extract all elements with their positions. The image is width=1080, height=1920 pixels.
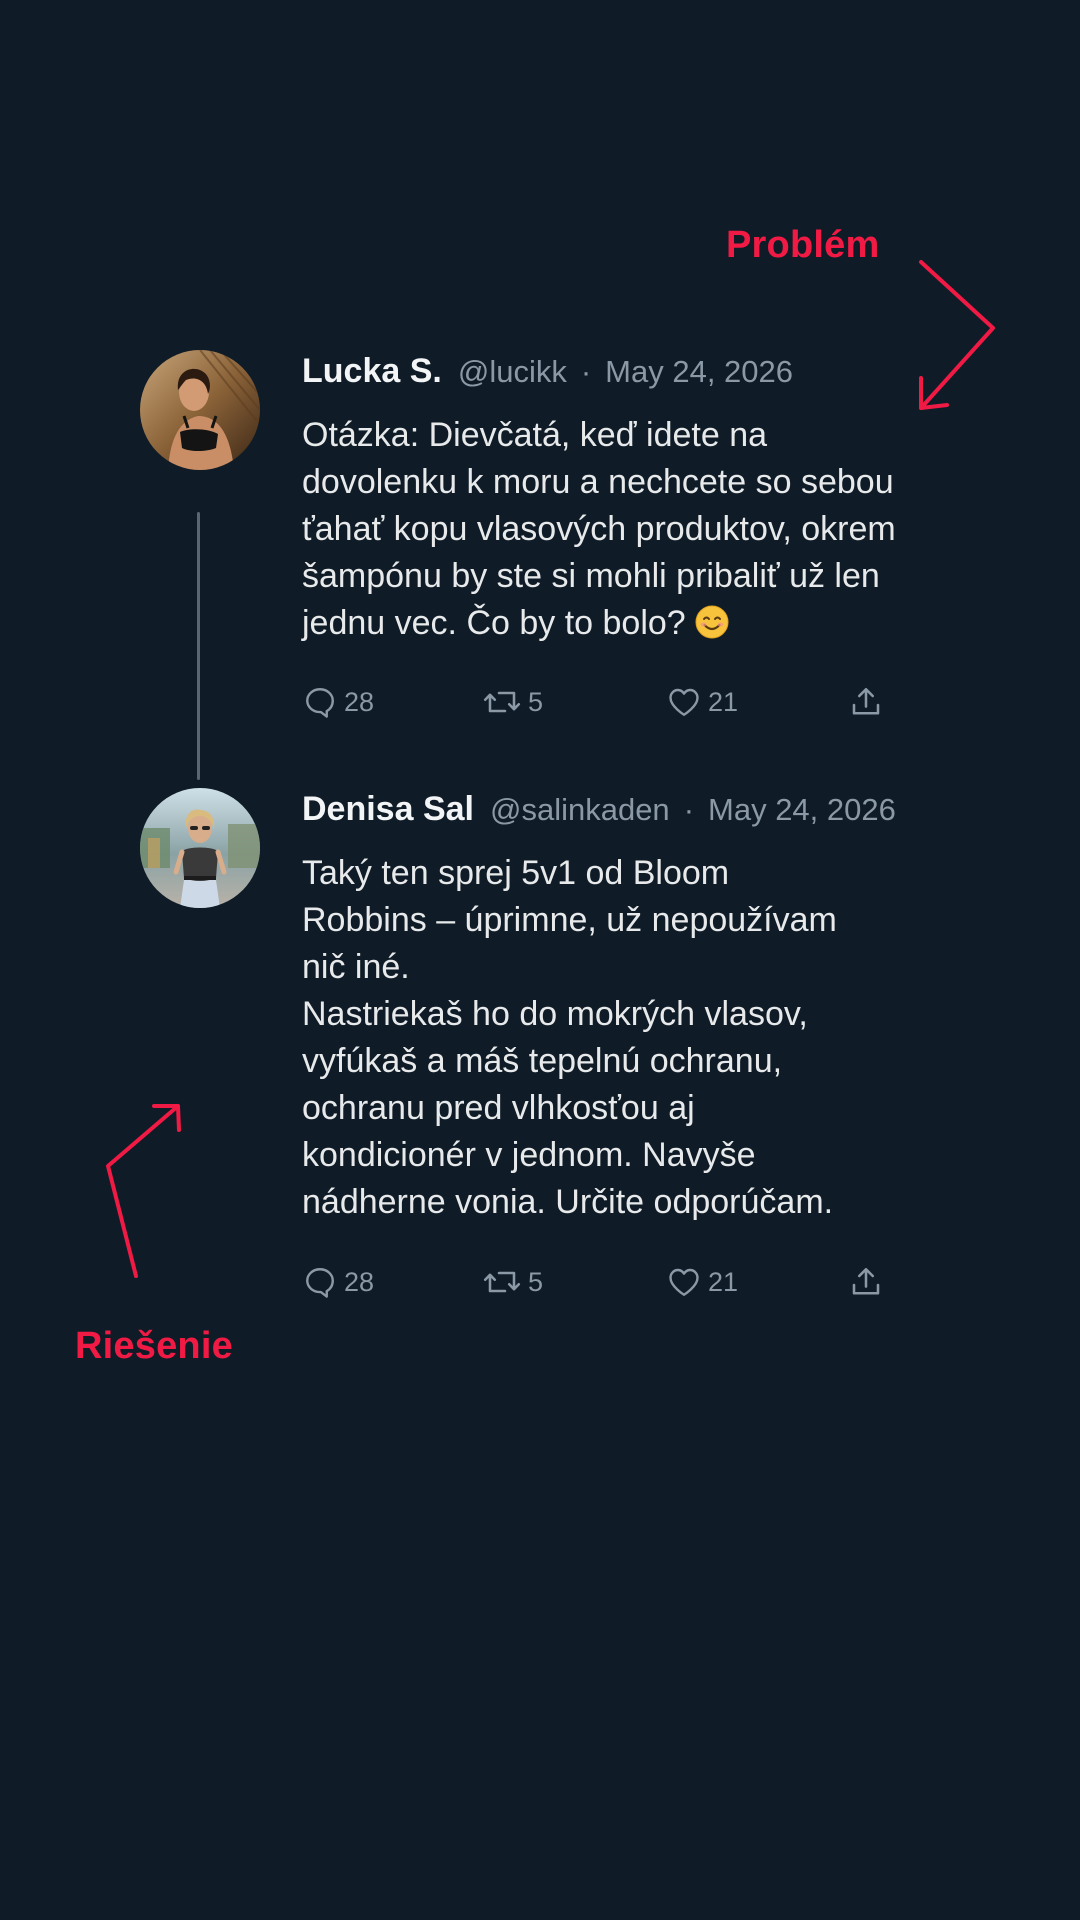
author-name[interactable]: Denisa Sal (302, 790, 474, 829)
reply-count: 28 (344, 686, 375, 717)
share-icon (852, 687, 880, 715)
tweet-actions: 28 5 21 (302, 1262, 902, 1302)
smiling-face-emoji-icon (695, 605, 729, 639)
retweet-button[interactable]: 5 (482, 682, 543, 722)
share-button[interactable] (848, 682, 884, 722)
reply-button[interactable]: 28 (302, 1262, 374, 1302)
author-handle[interactable]: @salinkaden (490, 792, 670, 828)
tweet-text: Taký ten sprej 5v1 od Bloom Robbins – úp… (302, 854, 837, 1221)
retweet-icon (483, 1271, 521, 1293)
reply-icon (306, 688, 334, 718)
share-icon (852, 1267, 880, 1295)
tweet-header: Lucka S. @lucikk · May 24, 2026 (302, 350, 1002, 396)
like-icon (669, 1268, 699, 1296)
avatar[interactable] (140, 350, 260, 470)
problem-label: Problém (726, 224, 880, 266)
like-count: 21 (708, 1266, 739, 1297)
reply-icon (306, 1268, 334, 1298)
like-button[interactable]: 21 (666, 1262, 738, 1302)
retweet-button[interactable]: 5 (482, 1262, 543, 1302)
tweet-text: Otázka: Dievčatá, keď idete na dovolenku… (302, 412, 1002, 647)
author-name[interactable]: Lucka S. (302, 352, 442, 391)
tweet-answer: Denisa Sal @salinkaden · May 24, 2026 Ta… (140, 788, 1000, 1308)
solution-label: Riešenie (75, 1325, 233, 1367)
like-button[interactable]: 21 (666, 682, 738, 722)
tweet-date[interactable]: May 24, 2026 (605, 354, 793, 390)
retweet-icon (483, 691, 521, 713)
avatar[interactable] (140, 788, 260, 908)
author-handle[interactable]: @lucikk (458, 354, 567, 390)
like-count: 21 (708, 686, 739, 717)
retweet-count: 5 (528, 686, 544, 717)
tweet-date[interactable]: May 24, 2026 (708, 792, 896, 828)
share-button[interactable] (848, 1262, 884, 1302)
separator-dot: · (683, 792, 695, 827)
separator-dot: · (580, 354, 592, 389)
reply-count: 28 (344, 1266, 375, 1297)
reply-button[interactable]: 28 (302, 682, 374, 722)
tweet-question: Lucka S. @lucikk · May 24, 2026 Otázka: … (140, 350, 1000, 750)
tweet-actions: 28 5 21 (302, 682, 902, 722)
retweet-count: 5 (528, 1266, 544, 1297)
tweet-header: Denisa Sal @salinkaden · May 24, 2026 (302, 788, 1002, 834)
tweet-text-content: Otázka: Dievčatá, keď idete na dovolenku… (302, 416, 896, 642)
like-icon (669, 688, 699, 716)
